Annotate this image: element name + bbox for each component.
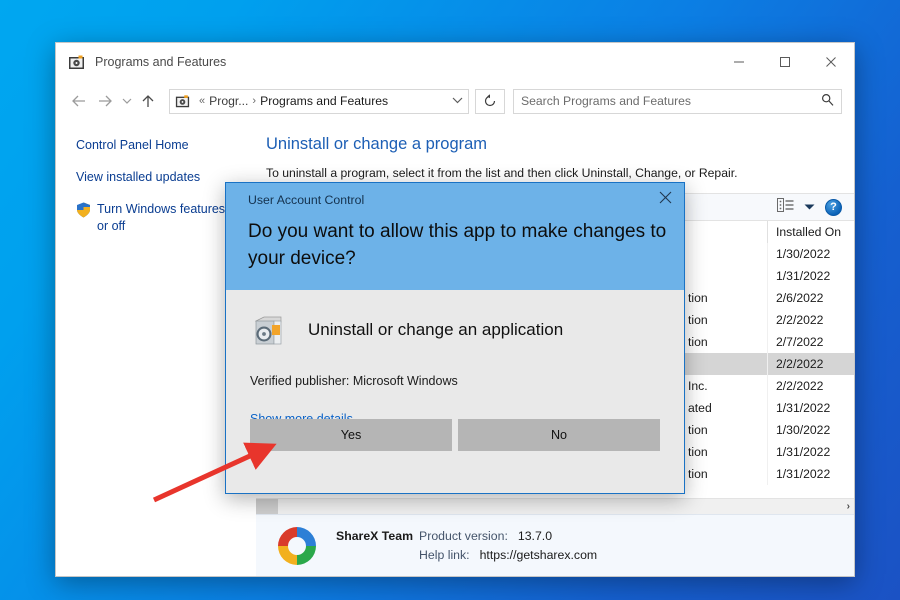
cell-installed-on: 2/7/2022 xyxy=(768,331,854,353)
scrollbar-thumb[interactable] xyxy=(256,499,278,515)
cell-installed-on: 1/31/2022 xyxy=(768,265,854,287)
column-header-publisher[interactable] xyxy=(682,221,768,243)
sidebar-item-control-panel-home[interactable]: Control Panel Home xyxy=(76,137,256,154)
user-account-control-dialog: User Account Control Do you want to allo… xyxy=(225,182,685,494)
sharex-logo-icon xyxy=(274,523,320,569)
breadcrumb-truncated[interactable]: Progr... xyxy=(209,94,248,108)
detail-help-label: Help link: xyxy=(419,546,470,565)
view-options-icon[interactable] xyxy=(777,198,794,217)
cell-publisher xyxy=(682,265,768,287)
cell-publisher: tion xyxy=(682,287,768,309)
uac-shield-icon xyxy=(76,202,91,218)
programs-and-features-icon xyxy=(68,54,85,71)
uac-question: Do you want to allow this app to make ch… xyxy=(248,218,670,272)
help-icon[interactable]: ? xyxy=(825,199,842,216)
uac-close-icon[interactable] xyxy=(659,191,672,207)
page-title: Uninstall or change a program xyxy=(256,135,854,154)
up-arrow-icon[interactable] xyxy=(135,88,161,114)
cell-publisher: Inc. xyxy=(682,375,768,397)
detail-version-row: ShareX Team Product version: 13.7.0 xyxy=(336,527,597,546)
refresh-icon[interactable] xyxy=(475,89,505,114)
cell-publisher: tion xyxy=(682,331,768,353)
uac-app-row: Uninstall or change an application xyxy=(250,312,684,348)
detail-help-row: ShareX Team Help link: https://getsharex… xyxy=(336,546,597,565)
view-chevron-down-icon[interactable] xyxy=(804,198,815,216)
search-placeholder: Search Programs and Features xyxy=(521,94,691,108)
address-chevron-down-icon[interactable] xyxy=(452,96,463,107)
cell-installed-on: 1/31/2022 xyxy=(768,463,854,485)
cell-installed-on: 1/30/2022 xyxy=(768,243,854,265)
yes-button[interactable]: Yes xyxy=(250,419,452,451)
uac-button-row: Yes No xyxy=(250,419,660,451)
uac-verified-publisher: Verified publisher: Microsoft Windows xyxy=(250,374,684,388)
close-icon[interactable] xyxy=(808,43,854,81)
cell-installed-on: 2/2/2022 xyxy=(768,309,854,331)
uac-title: User Account Control xyxy=(248,193,670,207)
breadcrumb-overflow[interactable]: « xyxy=(199,95,205,107)
address-bar[interactable]: « Progr... › Programs and Features xyxy=(169,89,469,114)
uac-body: Uninstall or change an application Verif… xyxy=(226,290,684,426)
page-description: To uninstall a program, select it from t… xyxy=(256,166,854,180)
maximize-icon[interactable] xyxy=(762,43,808,81)
minimize-icon[interactable] xyxy=(716,43,762,81)
window-controls xyxy=(716,43,854,81)
cell-publisher: tion xyxy=(682,309,768,331)
no-button[interactable]: No xyxy=(458,419,660,451)
uac-app-name: Uninstall or change an application xyxy=(308,320,563,340)
cell-publisher: tion xyxy=(682,419,768,441)
detail-text: ShareX Team Product version: 13.7.0 Shar… xyxy=(336,527,597,565)
breadcrumb-current[interactable]: Programs and Features xyxy=(260,94,388,108)
uac-header: User Account Control Do you want to allo… xyxy=(226,183,684,290)
installer-package-icon xyxy=(250,312,286,348)
window-title: Programs and Features xyxy=(95,55,226,69)
cell-publisher xyxy=(682,243,768,265)
title-bar: Programs and Features xyxy=(56,43,854,81)
cell-installed-on: 2/2/2022 xyxy=(768,353,854,375)
back-arrow-icon[interactable] xyxy=(66,88,92,114)
detail-help-value[interactable]: https://getsharex.com xyxy=(480,546,598,565)
cell-installed-on: 2/2/2022 xyxy=(768,375,854,397)
history-chevron-down-icon[interactable] xyxy=(118,88,135,114)
cell-installed-on: 1/30/2022 xyxy=(768,419,854,441)
cell-installed-on: 2/6/2022 xyxy=(768,287,854,309)
horizontal-scrollbar[interactable]: › xyxy=(256,498,854,514)
forward-arrow-icon[interactable] xyxy=(92,88,118,114)
detail-version-value: 13.7.0 xyxy=(518,527,552,546)
cell-publisher: tion xyxy=(682,463,768,485)
detail-version-label: Product version: xyxy=(419,527,508,546)
breadcrumb-separator: › xyxy=(252,95,256,107)
detail-pane: ShareX Team Product version: 13.7.0 Shar… xyxy=(256,514,854,576)
navigation-bar: « Progr... › Programs and Features Searc… xyxy=(56,81,854,121)
scroll-right-arrow-icon[interactable]: › xyxy=(847,501,850,512)
column-header-installed-on[interactable]: Installed On xyxy=(768,221,854,243)
search-input[interactable]: Search Programs and Features xyxy=(513,89,842,114)
cell-installed-on: 1/31/2022 xyxy=(768,441,854,463)
address-programs-and-features-icon xyxy=(175,94,190,109)
cell-installed-on: 1/31/2022 xyxy=(768,397,854,419)
search-icon[interactable] xyxy=(821,93,834,109)
cell-publisher: ated xyxy=(682,397,768,419)
detail-publisher: ShareX Team xyxy=(336,527,413,546)
cell-publisher: tion xyxy=(682,441,768,463)
cell-publisher xyxy=(682,353,768,375)
